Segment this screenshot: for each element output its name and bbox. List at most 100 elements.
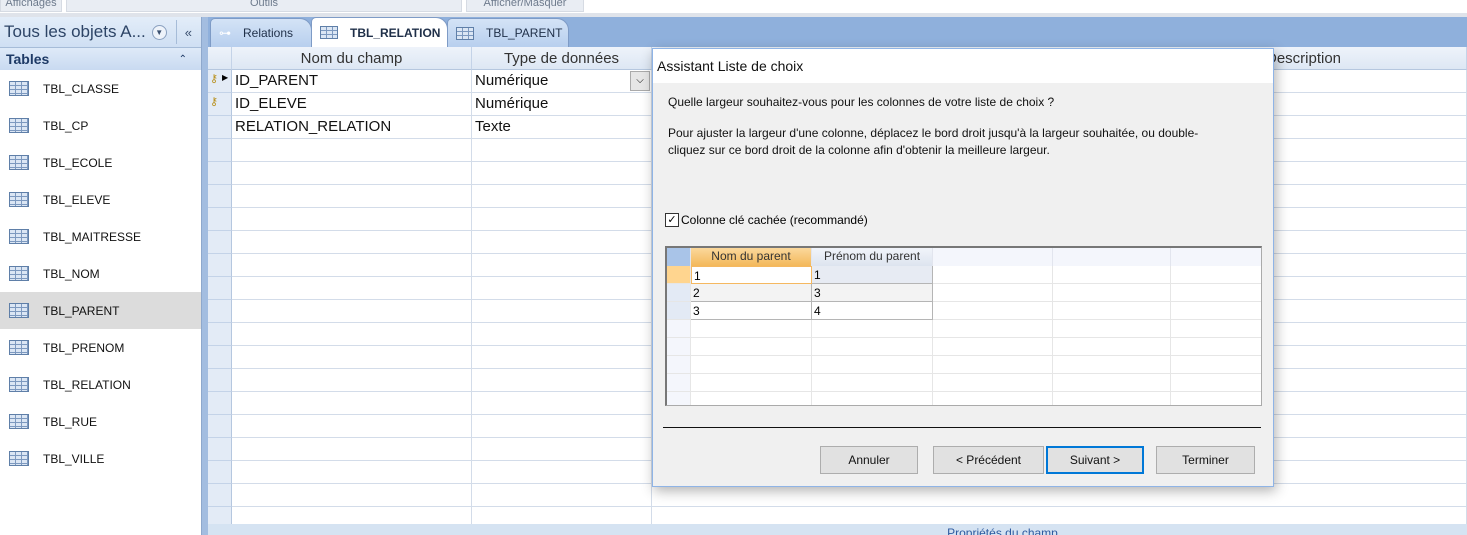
field-name-cell[interactable] — [232, 323, 472, 346]
tab-tbl-parent[interactable]: TBL_PARENT — [447, 18, 569, 47]
data-type-cell[interactable]: Numérique — [472, 93, 652, 116]
tab-relations[interactable]: ⊶ Relations — [210, 18, 312, 47]
checkbox-check-icon[interactable]: ✓ — [665, 213, 679, 227]
nav-item-tbl-classe[interactable]: TBL_CLASSE — [0, 70, 201, 107]
row-selector[interactable] — [208, 185, 232, 208]
nav-item-tbl-maitresse[interactable]: TBL_MAITRESSE — [0, 218, 201, 255]
row-selector[interactable] — [208, 116, 232, 139]
field-name-cell[interactable] — [232, 300, 472, 323]
data-type-cell[interactable] — [472, 185, 652, 208]
row-selector[interactable] — [208, 369, 232, 392]
header-field-name[interactable]: Nom du champ — [232, 47, 472, 70]
row-selector[interactable] — [208, 277, 232, 300]
row-selector[interactable] — [208, 323, 232, 346]
row-selector[interactable]: ⚷ — [208, 93, 232, 116]
nav-item-tbl-nom[interactable]: TBL_NOM — [0, 255, 201, 292]
row-selector[interactable] — [208, 162, 232, 185]
row-selector[interactable] — [208, 139, 232, 162]
row-selector[interactable]: ⚷ ▶ — [208, 70, 232, 93]
nav-item-tbl-cp[interactable]: TBL_CP — [0, 107, 201, 144]
data-type-cell[interactable] — [472, 438, 652, 461]
field-name-cell[interactable] — [232, 392, 472, 415]
preview-row-selector[interactable] — [667, 374, 691, 392]
finish-button[interactable]: Terminer — [1156, 446, 1255, 474]
data-type-cell[interactable] — [472, 392, 652, 415]
column-width-preview[interactable]: Nom du parent Prénom du parent 112334 — [665, 246, 1262, 406]
data-type-cell[interactable] — [472, 346, 652, 369]
row-selector[interactable] — [208, 231, 232, 254]
preview-row-selector[interactable] — [667, 338, 691, 356]
data-type-cell[interactable] — [472, 254, 652, 277]
field-name-cell[interactable] — [232, 162, 472, 185]
preview-row-selector[interactable] — [667, 302, 691, 320]
row-selector[interactable] — [208, 300, 232, 323]
field-name-cell[interactable] — [232, 231, 472, 254]
next-button[interactable]: Suivant > — [1046, 446, 1144, 474]
header-data-type[interactable]: Type de données — [472, 47, 652, 70]
field-name-cell[interactable] — [232, 346, 472, 369]
field-name-cell[interactable]: ID_PARENT — [232, 70, 472, 93]
dropdown-icon[interactable]: ▼ — [151, 24, 167, 40]
data-type-cell[interactable] — [472, 323, 652, 346]
field-name-cell[interactable] — [232, 461, 472, 484]
tables-section-header[interactable]: Tables ⌃ — [0, 48, 201, 70]
field-name-cell[interactable] — [232, 484, 472, 507]
field-name-cell[interactable] — [232, 277, 472, 300]
row-selector[interactable] — [208, 254, 232, 277]
data-type-dropdown[interactable]: ⌵ — [630, 71, 650, 91]
field-name-cell[interactable] — [232, 139, 472, 162]
data-type-cell[interactable] — [472, 300, 652, 323]
pane-splitter[interactable] — [201, 17, 208, 535]
cancel-button[interactable]: Annuler — [820, 446, 918, 474]
data-type-cell[interactable] — [472, 277, 652, 300]
collapse-section-icon[interactable]: ⌃ — [179, 54, 187, 65]
field-name-cell[interactable] — [232, 438, 472, 461]
field-name-cell[interactable]: RELATION_RELATION — [232, 116, 472, 139]
preview-header-prenom[interactable]: Prénom du parent — [812, 248, 933, 266]
tab-tbl-relation[interactable]: TBL_RELATION — [311, 17, 448, 47]
preview-row-selector[interactable] — [667, 284, 691, 302]
data-type-cell[interactable] — [472, 484, 652, 507]
preview-header-nom[interactable]: Nom du parent — [691, 248, 812, 266]
field-name-cell[interactable] — [232, 185, 472, 208]
nav-item-tbl-ville[interactable]: TBL_VILLE — [0, 440, 201, 477]
nav-item-tbl-rue[interactable]: TBL_RUE — [0, 403, 201, 440]
field-name-cell[interactable] — [232, 369, 472, 392]
hide-key-column-checkbox[interactable]: ✓ Colonne clé cachée (recommandé) — [665, 213, 868, 227]
data-type-cell[interactable] — [472, 208, 652, 231]
data-type-cell[interactable] — [472, 139, 652, 162]
data-type-cell[interactable] — [472, 461, 652, 484]
select-all-corner[interactable] — [208, 47, 232, 70]
preview-row-selector[interactable] — [667, 320, 691, 338]
field-name-cell[interactable]: ID_ELEVE — [232, 93, 472, 116]
data-type-cell[interactable] — [472, 231, 652, 254]
row-selector[interactable] — [208, 208, 232, 231]
nav-header[interactable]: Tous les objets A... ▼ « — [0, 17, 201, 48]
field-name-cell[interactable] — [232, 415, 472, 438]
nav-item-tbl-prenom[interactable]: TBL_PRENOM — [0, 329, 201, 366]
description-cell[interactable] — [652, 484, 1467, 507]
row-selector[interactable] — [208, 484, 232, 507]
nav-item-tbl-eleve[interactable]: TBL_ELEVE — [0, 181, 201, 218]
empty-row[interactable] — [208, 484, 1467, 507]
nav-item-tbl-relation[interactable]: TBL_RELATION — [0, 366, 201, 403]
data-type-cell[interactable]: Numérique — [472, 70, 652, 93]
nav-item-tbl-parent[interactable]: TBL_PARENT — [0, 292, 201, 329]
data-type-cell[interactable] — [472, 369, 652, 392]
collapse-pane-icon[interactable]: « — [185, 25, 192, 40]
row-selector[interactable] — [208, 415, 232, 438]
field-name-cell[interactable] — [232, 254, 472, 277]
field-name-cell[interactable] — [232, 208, 472, 231]
preview-row-selector[interactable] — [667, 356, 691, 374]
previous-button[interactable]: < Précédent — [933, 446, 1044, 474]
row-selector[interactable] — [208, 438, 232, 461]
data-type-cell[interactable] — [472, 162, 652, 185]
row-selector[interactable] — [208, 392, 232, 415]
data-type-cell[interactable] — [472, 415, 652, 438]
preview-row-selector[interactable] — [667, 392, 691, 405]
preview-row-selector[interactable] — [667, 266, 691, 284]
data-type-cell[interactable]: Texte — [472, 116, 652, 139]
row-selector[interactable] — [208, 346, 232, 369]
nav-item-tbl-ecole[interactable]: TBL_ECOLE — [0, 144, 201, 181]
row-selector[interactable] — [208, 461, 232, 484]
